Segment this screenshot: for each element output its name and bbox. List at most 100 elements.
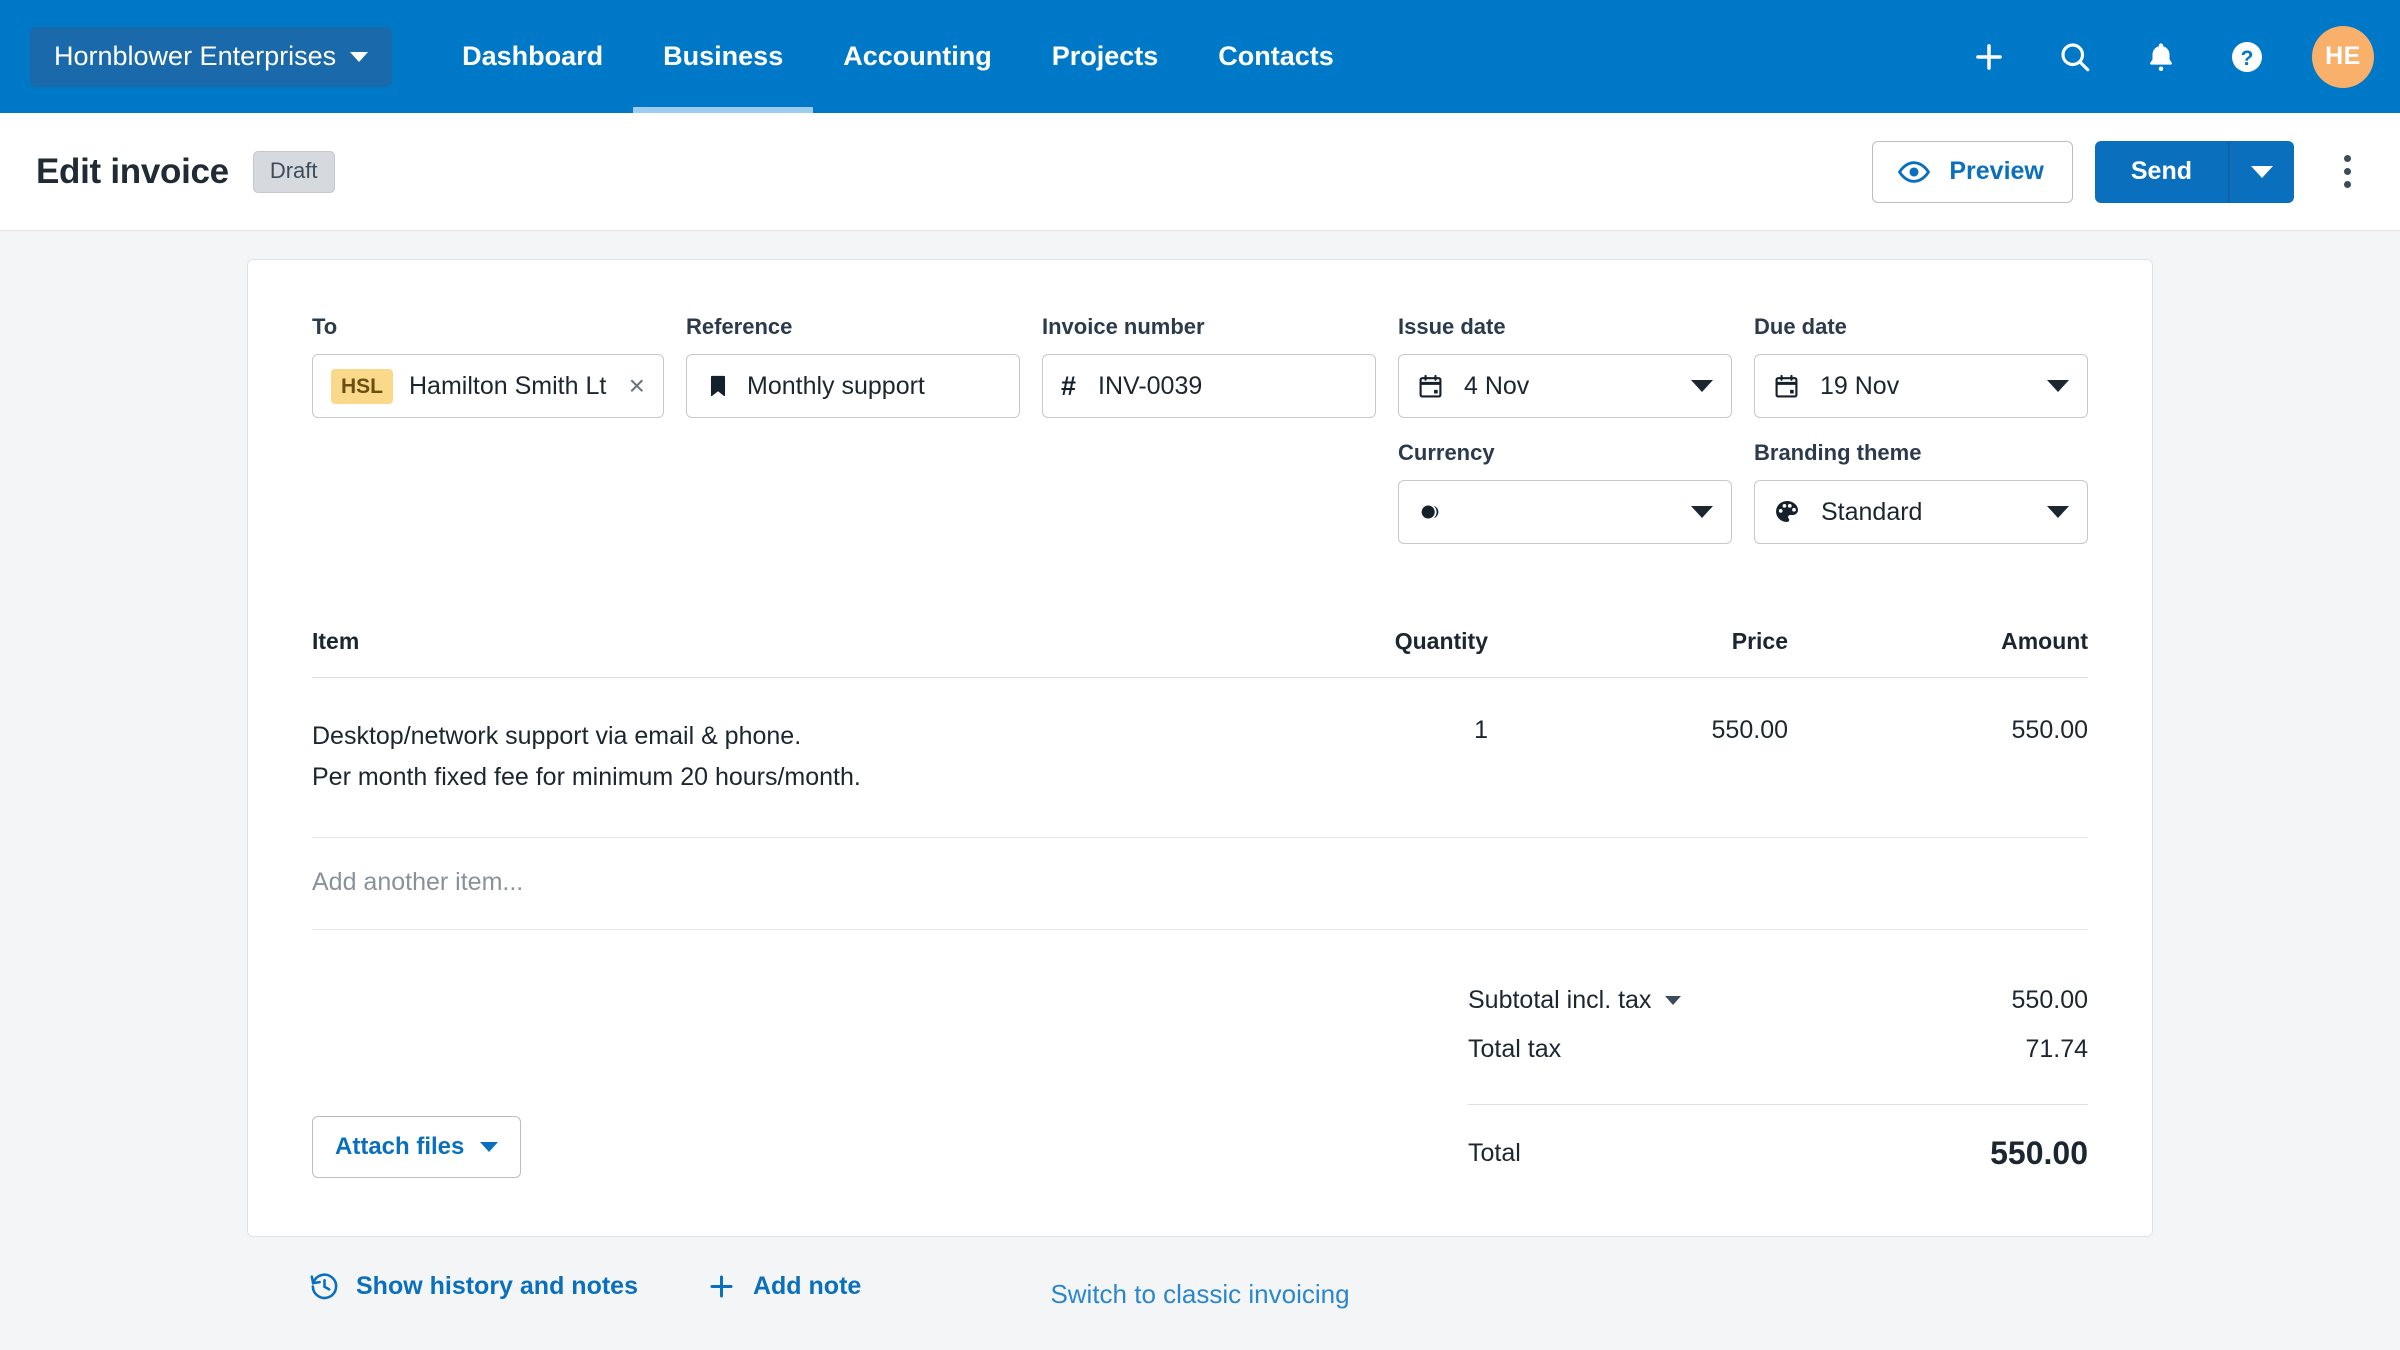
plus-icon[interactable] xyxy=(1968,36,2010,78)
nav-right-actions: ? HE xyxy=(1968,25,2374,88)
due-date-label: Due date xyxy=(1754,314,1847,339)
branding-theme-label: Branding theme xyxy=(1754,440,1922,465)
nav-tab-label: Business xyxy=(663,41,784,71)
nav-tab-projects[interactable]: Projects xyxy=(1022,0,1189,113)
grand-total-value: 550.00 xyxy=(1990,1135,2088,1171)
reference-field-group: Reference Monthly support xyxy=(686,314,1020,418)
history-icon xyxy=(309,1271,340,1302)
subtotal-label-group[interactable]: Subtotal incl. tax xyxy=(1468,986,1682,1015)
to-label: To xyxy=(312,314,338,339)
nav-tab-label: Projects xyxy=(1051,41,1159,71)
nav-tab-label: Accounting xyxy=(843,41,992,71)
send-dropdown-button[interactable] xyxy=(2228,140,2294,203)
total-tax-value: 71.74 xyxy=(2025,1035,2088,1063)
branding-theme-field-group: Branding theme Standard xyxy=(1754,440,2088,544)
currency-select[interactable] xyxy=(1398,480,1732,544)
line-item-description[interactable]: Desktop/network support via email & phon… xyxy=(312,716,1228,797)
nav-tab-business[interactable]: Business xyxy=(633,0,814,113)
add-another-item-placeholder: Add another item... xyxy=(312,868,524,896)
grand-total-label: Total xyxy=(1468,1139,1521,1167)
currency-label: Currency xyxy=(1398,440,1495,465)
bell-icon[interactable] xyxy=(2140,36,2182,78)
show-history-label: Show history and notes xyxy=(356,1272,638,1300)
totals-divider xyxy=(1468,1104,2088,1105)
due-date-input[interactable]: 19 Nov xyxy=(1754,354,2088,418)
invoice-number-input[interactable]: # INV-0039 xyxy=(1042,354,1376,418)
chevron-down-icon xyxy=(2047,380,2069,392)
dot xyxy=(2343,155,2351,162)
footer-links: Show history and notes Add note Switch t… xyxy=(247,1271,2153,1350)
status-badge: Draft xyxy=(252,150,335,193)
line-item-description-line-1: Desktop/network support via email & phon… xyxy=(312,722,802,750)
chevron-down-icon xyxy=(1691,380,1713,392)
attach-files-area: Attach files xyxy=(312,976,1468,1182)
chevron-down-icon xyxy=(480,1142,499,1152)
branding-theme-select[interactable]: Standard xyxy=(1754,480,2088,544)
line-item-price[interactable]: 550.00 xyxy=(1488,716,1788,797)
close-icon[interactable]: × xyxy=(623,372,645,400)
totals-panel: Subtotal incl. tax 550.00 Total tax 71.7… xyxy=(1468,976,2088,1182)
add-note-link[interactable]: Add note xyxy=(706,1271,861,1302)
add-another-item-input[interactable]: Add another item... xyxy=(312,838,2088,930)
invoice-number-value: INV-0039 xyxy=(1098,371,1203,400)
grand-total-row: Total 550.00 xyxy=(1468,1117,2088,1182)
nav-tab-accounting[interactable]: Accounting xyxy=(813,0,1022,113)
calendar-icon xyxy=(1773,373,1800,400)
palette-icon xyxy=(1773,498,1801,526)
invoice-number-label: Invoice number xyxy=(1042,314,1205,339)
search-icon[interactable] xyxy=(2054,36,2096,78)
column-header-price: Price xyxy=(1731,628,1788,654)
plus-icon xyxy=(706,1271,737,1302)
line-item-description-line-2: Per month fixed fee for minimum 20 hours… xyxy=(312,762,861,791)
calendar-icon xyxy=(1417,373,1444,400)
reference-value: Monthly support xyxy=(747,371,925,400)
chevron-down-icon xyxy=(350,51,369,62)
nav-tab-label: Dashboard xyxy=(462,41,604,71)
svg-text:?: ? xyxy=(2241,46,2254,69)
contact-initials-chip: HSL xyxy=(331,368,393,404)
invoice-bottom-section: Attach files Subtotal incl. tax 550.00 T… xyxy=(312,976,2088,1182)
bookmark-icon xyxy=(705,373,731,399)
chevron-down-icon xyxy=(1665,996,1682,1005)
line-items-table: Item Quantity Price Amount Desktop/netwo… xyxy=(312,628,2088,930)
chevron-down-icon xyxy=(1691,506,1713,518)
line-items-header: Item Quantity Price Amount xyxy=(312,628,2088,678)
more-options-button[interactable] xyxy=(2330,155,2364,188)
avatar-initials: HE xyxy=(2325,42,2361,70)
send-button[interactable]: Send xyxy=(2094,140,2228,203)
help-icon[interactable]: ? xyxy=(2226,36,2268,78)
org-selector[interactable]: Hornblower Enterprises xyxy=(30,26,393,87)
dot xyxy=(2343,168,2351,175)
total-tax-label: Total tax xyxy=(1468,1035,1562,1063)
to-value: Hamilton Smith Ltd xyxy=(409,371,607,400)
attach-files-button[interactable]: Attach files xyxy=(312,1116,522,1178)
table-row[interactable]: Desktop/network support via email & phon… xyxy=(312,678,2088,838)
column-header-quantity: Quantity xyxy=(1394,628,1488,654)
top-navigation-bar: Hornblower Enterprises Dashboard Busines… xyxy=(0,0,2400,113)
add-note-label: Add note xyxy=(752,1272,862,1300)
nav-tab-contacts[interactable]: Contacts xyxy=(1188,0,1364,113)
subtotal-value: 550.00 xyxy=(2011,986,2088,1014)
nav-tab-dashboard[interactable]: Dashboard xyxy=(432,0,633,113)
total-tax-row: Total tax 71.74 xyxy=(1468,1025,2088,1074)
hash-icon: # xyxy=(1061,370,1077,401)
branding-theme-value: Standard xyxy=(1821,497,1923,526)
main-nav-tabs: Dashboard Business Accounting Projects C… xyxy=(432,0,1364,113)
to-input[interactable]: HSL Hamilton Smith Ltd × xyxy=(312,354,664,418)
line-item-quantity[interactable]: 1 xyxy=(1228,716,1488,797)
show-history-and-notes-link[interactable]: Show history and notes xyxy=(309,1271,638,1302)
avatar[interactable]: HE xyxy=(2312,25,2374,88)
preview-button[interactable]: Preview xyxy=(1872,140,2073,203)
dot xyxy=(2343,181,2351,188)
reference-input[interactable]: Monthly support xyxy=(686,354,1020,418)
eye-icon xyxy=(1897,155,1931,189)
subheader-actions: Preview Send xyxy=(1872,140,2374,203)
invoice-fields-row-1: To HSL Hamilton Smith Ltd × Reference Mo… xyxy=(312,314,2088,418)
attach-files-label: Attach files xyxy=(335,1133,465,1160)
switch-to-classic-invoicing-link[interactable]: Switch to classic invoicing xyxy=(1050,1279,1349,1310)
due-date-value: 19 Nov xyxy=(1820,371,1900,400)
add-item-amount-cell xyxy=(1788,868,2088,897)
invoice-fields-row-2: . . . Currency Branding theme xyxy=(312,440,2088,544)
issue-date-input[interactable]: 4 Nov xyxy=(1398,354,1732,418)
org-name: Hornblower Enterprises xyxy=(54,41,337,71)
